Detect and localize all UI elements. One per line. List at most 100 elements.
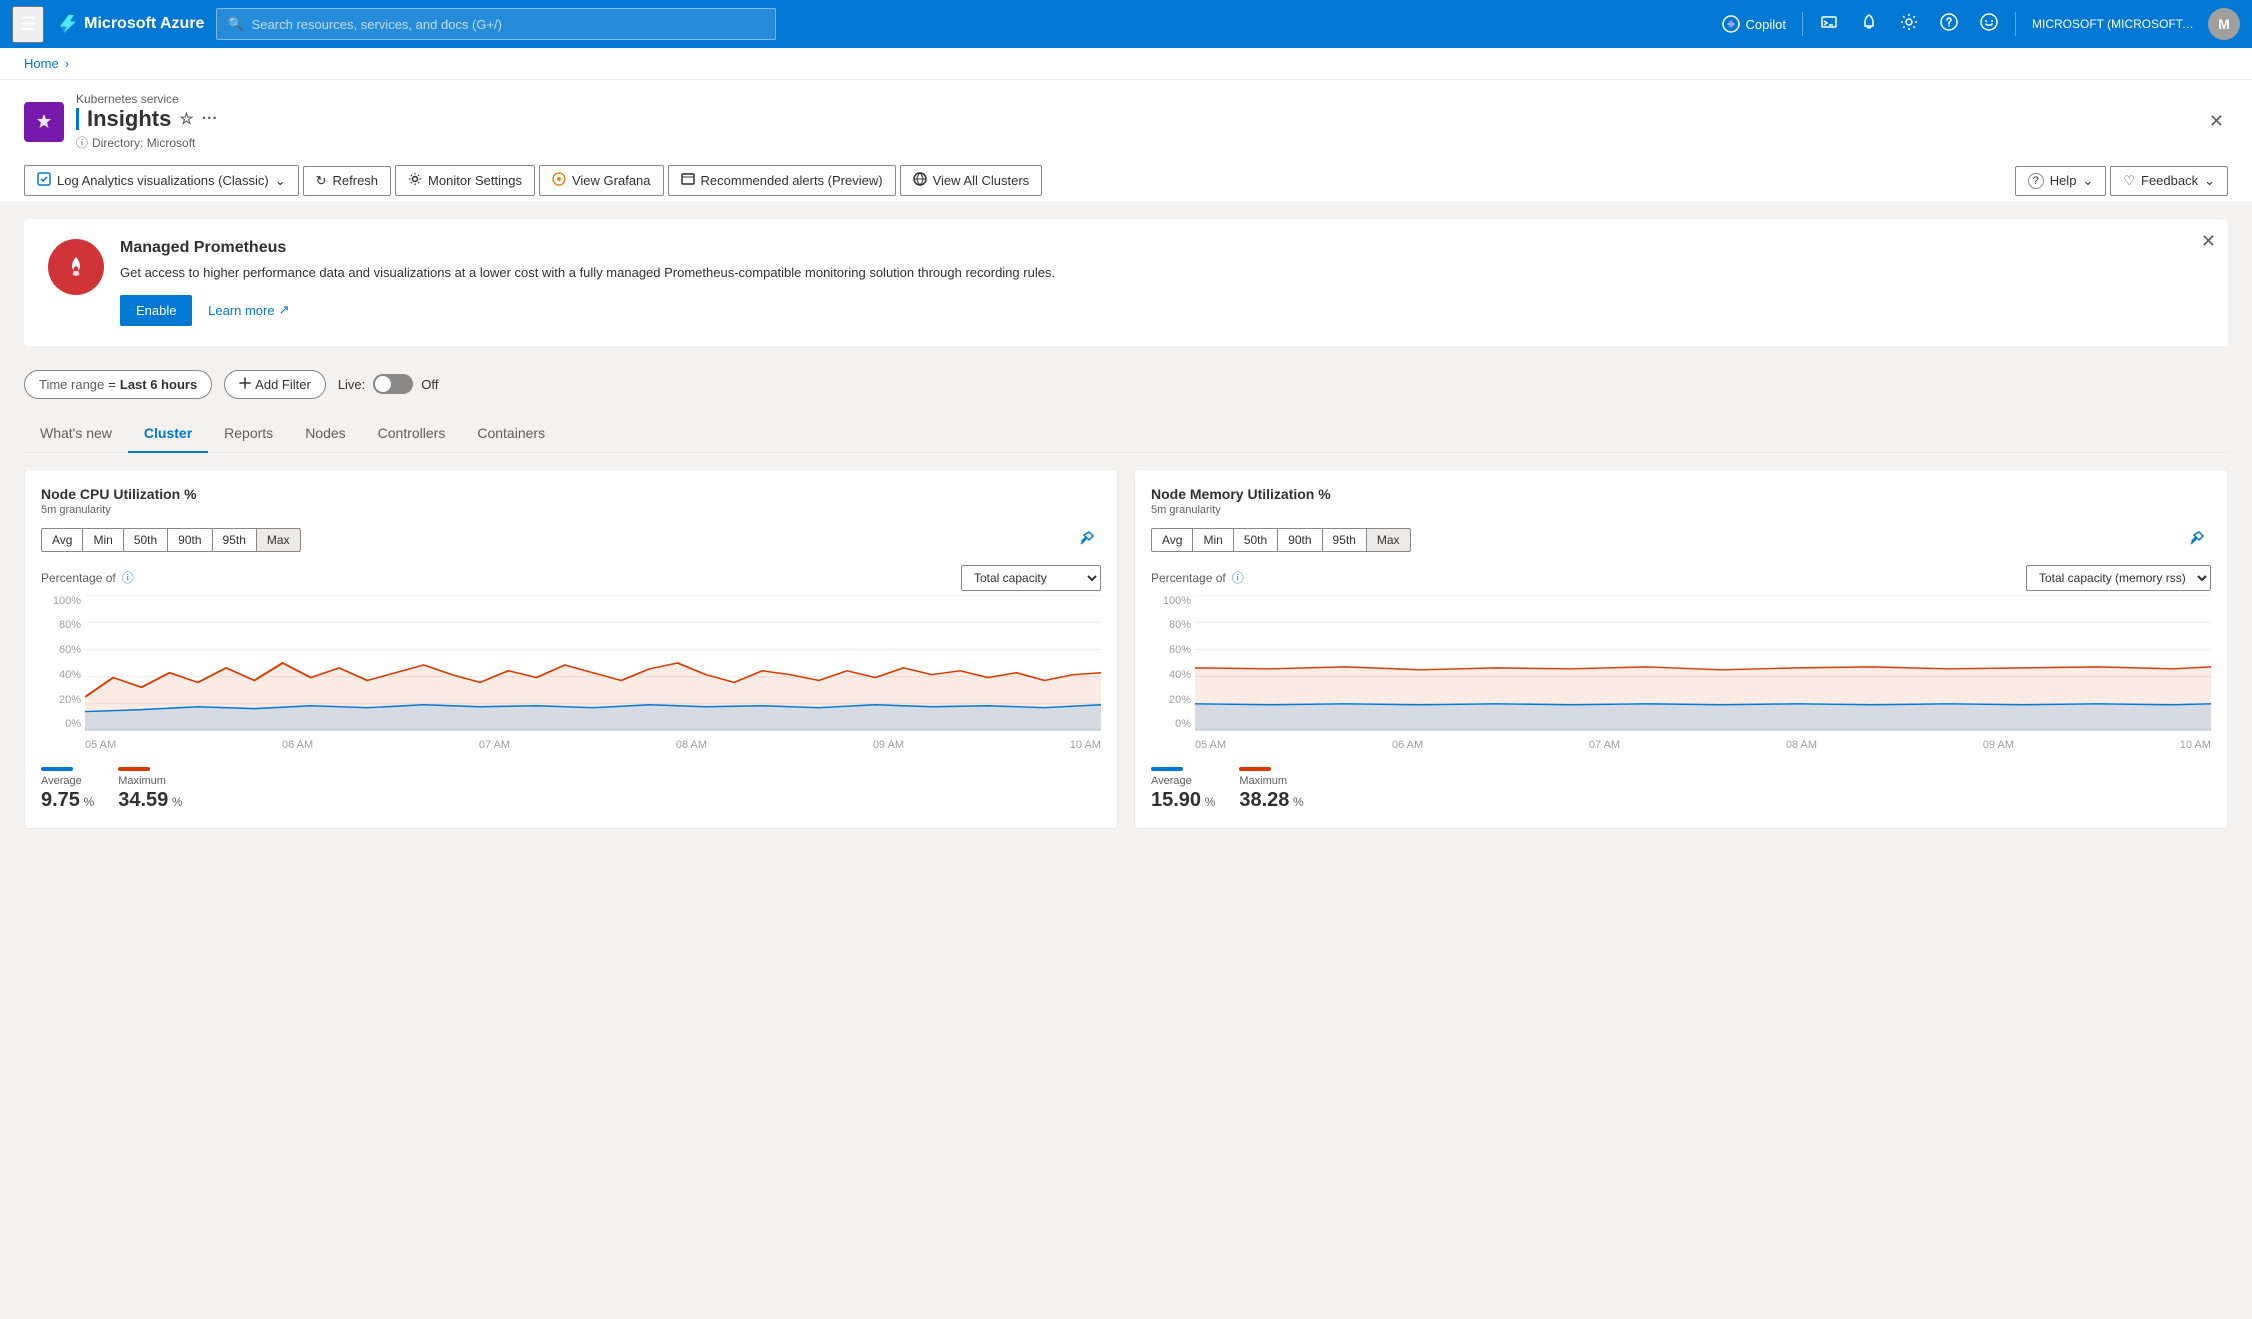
user-account-label[interactable]: MICROSOFT (MICROSOFT.ONMI... bbox=[2024, 17, 2204, 31]
feedback-nav-icon bbox=[1980, 13, 1998, 36]
feedback-nav-button[interactable] bbox=[1971, 6, 2007, 42]
feedback-heart-icon: ♡ bbox=[2123, 173, 2135, 189]
tab-cluster[interactable]: Cluster bbox=[128, 415, 208, 453]
memory-avg-legend-bar bbox=[1151, 767, 1183, 771]
memory-avg-legend-unit: % bbox=[1205, 795, 1216, 809]
tab-reports[interactable]: Reports bbox=[208, 415, 289, 453]
azure-logo[interactable]: Microsoft Azure bbox=[56, 13, 204, 35]
cpu-pin-button[interactable] bbox=[1073, 528, 1101, 553]
live-label: Live: bbox=[338, 377, 365, 392]
page-title-text: Insights bbox=[87, 106, 171, 132]
cloud-shell-icon bbox=[1820, 13, 1838, 36]
cpu-chart-card: Node CPU Utilization % 5m granularity Av… bbox=[24, 469, 1118, 829]
view-all-clusters-icon bbox=[913, 172, 927, 189]
cpu-chart-area: 100% 80% 60% 40% 20% 0% bbox=[41, 595, 1101, 755]
learn-more-link[interactable]: Learn more ↗ bbox=[208, 302, 289, 318]
filters-row: Time range = Last 6 hours Add Filter Liv… bbox=[24, 370, 2228, 399]
page-header: Kubernetes service Insights ☆ ··· ⓘ Dire… bbox=[0, 80, 2252, 203]
cpu-avg-button[interactable]: Avg bbox=[41, 528, 82, 552]
recommended-alerts-button[interactable]: Recommended alerts (Preview) bbox=[668, 165, 896, 196]
refresh-button[interactable]: ↻ Refresh bbox=[303, 166, 391, 196]
cpu-min-button[interactable]: Min bbox=[82, 528, 122, 552]
cpu-50th-button[interactable]: 50th bbox=[123, 528, 167, 552]
live-toggle[interactable] bbox=[373, 374, 413, 394]
memory-avg-legend: Average 15.90 % bbox=[1151, 767, 1215, 812]
view-selector-label: Log Analytics visualizations (Classic) bbox=[57, 173, 269, 188]
monitor-settings-label: Monitor Settings bbox=[428, 173, 522, 188]
time-range-button[interactable]: Time range = Last 6 hours bbox=[24, 370, 212, 399]
cpu-chart-svg bbox=[85, 595, 1101, 731]
memory-percentage-info-icon: ⓘ bbox=[1232, 569, 1244, 586]
memory-90th-button[interactable]: 90th bbox=[1277, 528, 1321, 552]
monitor-settings-icon bbox=[408, 172, 422, 189]
memory-percentage-select[interactable]: Total capacity (memory rss) Total capaci… bbox=[2026, 565, 2211, 591]
memory-chart-controls: Avg Min 50th 90th 95th Max bbox=[1151, 528, 2211, 553]
breadcrumb-home-link[interactable]: Home bbox=[24, 56, 59, 71]
settings-button[interactable] bbox=[1891, 6, 1927, 42]
view-grafana-button[interactable]: View Grafana bbox=[539, 165, 664, 196]
cpu-max-button[interactable]: Max bbox=[256, 528, 301, 552]
add-filter-icon bbox=[239, 377, 251, 392]
page-close-button[interactable]: ✕ bbox=[2205, 107, 2228, 136]
memory-min-button[interactable]: Min bbox=[1192, 528, 1232, 552]
tab-nodes[interactable]: Nodes bbox=[289, 415, 361, 453]
banner-content: Managed Prometheus Get access to higher … bbox=[120, 239, 2204, 326]
help-dropdown-button[interactable]: ? Help ⌄ bbox=[2015, 166, 2107, 196]
cpu-percentage-select[interactable]: Total capacity Total requested Total lim… bbox=[961, 565, 1101, 591]
nav-separator-1 bbox=[1802, 12, 1803, 36]
more-options-icon[interactable]: ··· bbox=[202, 110, 218, 128]
cpu-avg-legend: Average 9.75 % bbox=[41, 767, 94, 812]
memory-avg-value-row: 15.90 % bbox=[1151, 789, 1215, 812]
cpu-percentage-info-icon: ⓘ bbox=[122, 569, 134, 586]
tab-controllers[interactable]: Controllers bbox=[362, 415, 462, 453]
help-dropdown-icon: ? bbox=[2028, 173, 2044, 189]
favorite-star-icon[interactable]: ☆ bbox=[179, 109, 193, 129]
view-selector-chevron-icon: ⌄ bbox=[275, 173, 286, 189]
cpu-avg-legend-value: 9.75 bbox=[41, 789, 80, 811]
memory-max-value-row: 38.28 % bbox=[1239, 789, 1303, 812]
tab-whats-new[interactable]: What's new bbox=[24, 415, 128, 453]
hamburger-menu-button[interactable]: ☰ bbox=[12, 6, 44, 43]
memory-max-legend-label: Maximum bbox=[1239, 775, 1303, 787]
memory-avg-button[interactable]: Avg bbox=[1151, 528, 1192, 552]
cpu-chart-header: Node CPU Utilization % 5m granularity bbox=[41, 486, 1101, 516]
cpu-avg-legend-unit: % bbox=[84, 795, 95, 809]
memory-pin-button[interactable] bbox=[2183, 528, 2211, 553]
memory-pin-icon bbox=[2189, 530, 2205, 546]
memory-avg-legend-value: 15.90 bbox=[1151, 789, 1201, 811]
bell-icon bbox=[1860, 13, 1878, 36]
cpu-95th-button[interactable]: 95th bbox=[212, 528, 256, 552]
memory-percentage-row: Percentage of ⓘ bbox=[1151, 569, 1244, 586]
help-nav-icon bbox=[1940, 13, 1958, 36]
cloud-shell-button[interactable] bbox=[1811, 6, 1847, 42]
memory-max-button[interactable]: Max bbox=[1366, 528, 1411, 552]
memory-50th-button[interactable]: 50th bbox=[1233, 528, 1277, 552]
view-all-clusters-button[interactable]: View All Clusters bbox=[900, 165, 1043, 196]
azure-logo-text: Microsoft Azure bbox=[84, 15, 204, 33]
add-filter-button[interactable]: Add Filter bbox=[224, 370, 326, 399]
copilot-button[interactable]: Copilot bbox=[1714, 6, 1794, 42]
memory-percentage-of-label: Percentage of bbox=[1151, 571, 1226, 585]
memory-chart-subtitle: 5m granularity bbox=[1151, 504, 2211, 516]
nav-separator-2 bbox=[2015, 12, 2016, 36]
feedback-button[interactable]: ♡ Feedback ⌄ bbox=[2110, 166, 2228, 196]
search-bar[interactable]: 🔍 bbox=[216, 8, 776, 40]
time-range-operator: = bbox=[108, 377, 116, 392]
monitor-settings-button[interactable]: Monitor Settings bbox=[395, 165, 535, 196]
banner-close-button[interactable]: ✕ bbox=[2201, 231, 2216, 252]
view-selector-button[interactable]: Log Analytics visualizations (Classic) ⌄ bbox=[24, 165, 299, 196]
external-link-icon: ↗ bbox=[279, 302, 290, 318]
help-button[interactable] bbox=[1931, 6, 1967, 42]
notifications-button[interactable] bbox=[1851, 6, 1887, 42]
memory-95th-button[interactable]: 95th bbox=[1322, 528, 1366, 552]
time-range-value: Last 6 hours bbox=[120, 377, 197, 392]
search-input[interactable] bbox=[252, 17, 766, 32]
avatar[interactable]: M bbox=[2208, 8, 2240, 40]
enable-button[interactable]: Enable bbox=[120, 295, 192, 326]
cpu-90th-button[interactable]: 90th bbox=[167, 528, 211, 552]
memory-chart-header: Node Memory Utilization % 5m granularity bbox=[1151, 486, 2211, 516]
log-analytics-icon bbox=[37, 172, 51, 189]
cpu-chart-title: Node CPU Utilization % bbox=[41, 486, 1101, 502]
tab-containers[interactable]: Containers bbox=[461, 415, 561, 453]
live-section: Live: Off bbox=[338, 374, 439, 394]
